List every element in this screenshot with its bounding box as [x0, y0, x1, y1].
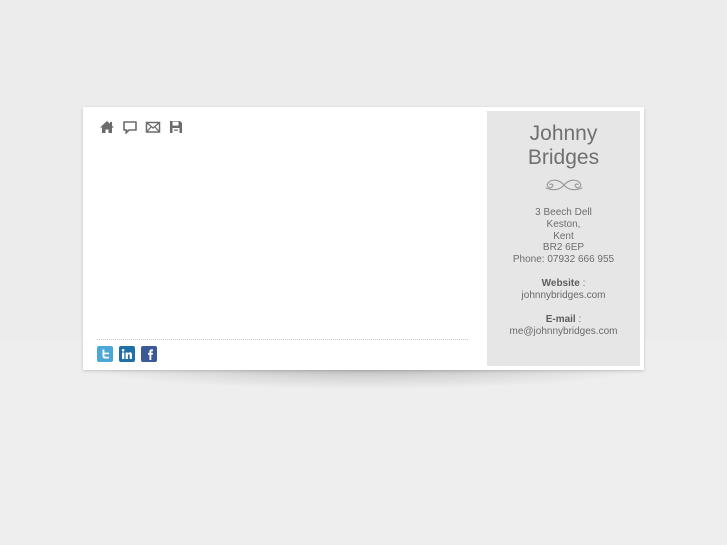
- phone-number: Phone: 07932 666 955: [512, 254, 615, 266]
- speech-bubble-icon[interactable]: [122, 119, 138, 135]
- address-block: 3 Beech Dell Keston, Kent BR2 6EP Phone:…: [487, 207, 640, 266]
- website-separator: :: [579, 277, 586, 289]
- website-label: Website: [541, 277, 580, 289]
- linkedin-icon[interactable]: [119, 346, 135, 362]
- business-card: Johnny Bridges 3 Beech Dell Keston, Kent…: [83, 107, 644, 370]
- address-line: BR2 6EP: [542, 242, 585, 254]
- twitter-icon[interactable]: [97, 346, 113, 362]
- first-name: Johnny: [529, 122, 598, 145]
- website-link[interactable]: johnnybridges.com: [487, 290, 640, 302]
- facebook-icon[interactable]: [141, 346, 157, 362]
- website-block: Website : johnnybridges.com: [487, 278, 640, 302]
- ornament-flourish-icon: [544, 179, 583, 191]
- email-label: E-mail: [545, 313, 576, 325]
- footer-divider: [97, 339, 468, 340]
- contact-name: Johnny Bridges: [487, 122, 640, 170]
- address-line: Keston,: [546, 218, 581, 230]
- email-separator: :: [575, 313, 582, 325]
- address-line: Kent: [553, 230, 574, 242]
- contact-panel: Johnny Bridges 3 Beech Dell Keston, Kent…: [487, 111, 640, 366]
- last-name: Bridges: [527, 146, 600, 169]
- mail-icon[interactable]: [145, 119, 161, 135]
- social-links: [97, 346, 157, 362]
- nav-bar: [99, 119, 184, 135]
- save-icon[interactable]: [168, 119, 184, 135]
- email-block: E-mail : me@johnnybridges.com: [487, 314, 640, 338]
- email-link[interactable]: me@johnnybridges.com: [487, 326, 640, 338]
- address-line: 3 Beech Dell: [535, 207, 592, 218]
- home-icon[interactable]: [99, 119, 115, 135]
